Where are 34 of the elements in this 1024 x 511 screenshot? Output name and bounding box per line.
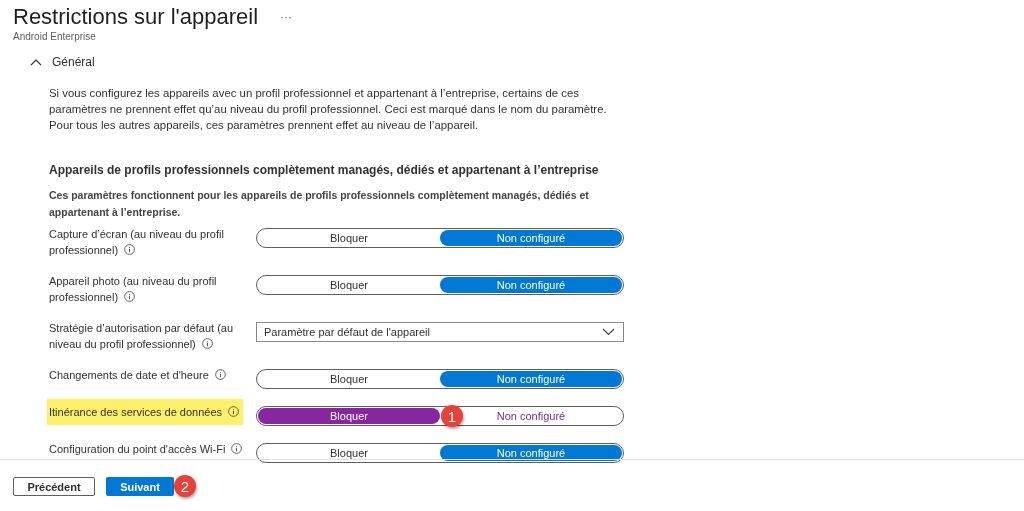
intro-text: Si vous configurez les appareils avec un profil professionnel et appartenant à l’entreprise, certains de ces paramètres ne prennent effet qu’au niveau du profil professionnel. Ceci est marqué dans le nom du paramètre. Pour tous les autres appareils, ces paramètres prennent effet au niveau de l’appareil. bbox=[49, 86, 608, 133]
info-icon[interactable] bbox=[214, 369, 226, 380]
setting-label: Stratégie d’autorisation par défaut (au niveau du profil professionnel) bbox=[49, 321, 235, 352]
toggle-option[interactable]: Bloquer bbox=[258, 230, 440, 246]
previous-button[interactable]: Précédent bbox=[13, 477, 95, 496]
setting-label: Changements de date et d'heure bbox=[49, 367, 226, 383]
toggle-option[interactable]: Non configuré bbox=[440, 230, 622, 246]
setting-label: Capture d’écran (au niveau du profil professionnel) bbox=[49, 227, 225, 258]
next-button[interactable]: Suivant bbox=[106, 477, 174, 496]
highlighted-setting-label: Itinérance des services de données bbox=[47, 399, 244, 425]
section-title[interactable]: Général bbox=[52, 55, 95, 69]
chevron-down-icon bbox=[602, 328, 615, 336]
info-icon[interactable] bbox=[228, 406, 240, 417]
toggle-option[interactable]: Bloquer bbox=[258, 408, 440, 424]
more-button[interactable]: ··· bbox=[276, 10, 297, 24]
setting-label: Appareil photo (au niveau du profil professionnel) bbox=[49, 274, 218, 305]
toggle-option[interactable]: Non configuré bbox=[440, 277, 622, 293]
toggle-option[interactable]: Bloquer bbox=[258, 277, 440, 293]
section-heading: Appareils de profils professionnels complètement managés, dédiés et appartenant à l’entreprise bbox=[49, 163, 600, 177]
callout-badge: 2 bbox=[174, 475, 196, 497]
chevron-icon[interactable] bbox=[30, 58, 42, 66]
info-icon[interactable] bbox=[231, 443, 243, 454]
info-icon[interactable] bbox=[124, 244, 136, 255]
page-subtitle: Android Enterprise bbox=[12, 31, 97, 42]
toggle-option[interactable]: Bloquer bbox=[258, 445, 440, 461]
toggle-option[interactable]: Bloquer bbox=[258, 371, 440, 387]
toggle-option[interactable]: Non configuré bbox=[440, 371, 622, 387]
page-title: Restrictions sur l'appareil bbox=[13, 4, 259, 30]
description-text: Ces paramètres fonctionnent pour les appareils de profils professionnels complètement managés, dédiés et appartenant à l’entreprise. bbox=[49, 188, 590, 220]
info-icon[interactable] bbox=[124, 291, 136, 302]
dropdown[interactable]: Paramètre par défaut de l'appareil bbox=[256, 322, 624, 342]
info-icon[interactable] bbox=[201, 338, 213, 349]
callout-badge: 1 bbox=[441, 405, 463, 427]
setting-label: Configuration du point d'accès Wi-Fi bbox=[49, 441, 243, 457]
